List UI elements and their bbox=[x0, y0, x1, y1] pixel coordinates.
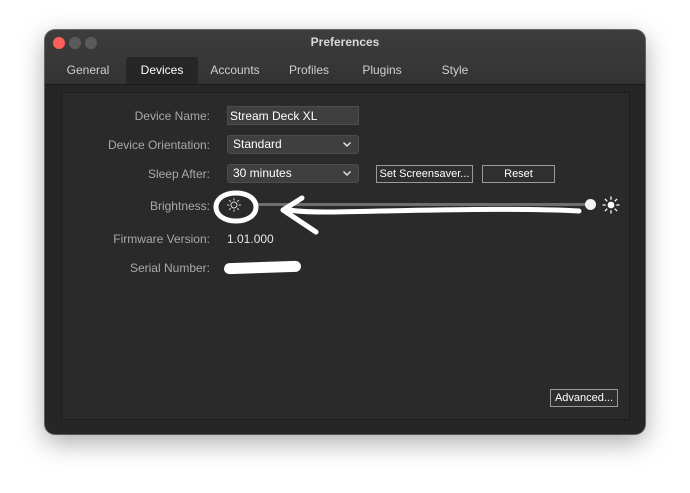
brightness-slider-fill bbox=[256, 203, 590, 206]
device-name-label: Device Name: bbox=[134, 109, 210, 123]
tab-bar: General Devices Accounts Profiles Plugin… bbox=[45, 57, 645, 84]
tab-profiles[interactable]: Profiles bbox=[274, 57, 344, 84]
device-orientation-label: Device Orientation: bbox=[107, 138, 210, 152]
brightness-slider[interactable] bbox=[256, 203, 590, 206]
advanced-button[interactable]: Advanced... bbox=[550, 389, 618, 407]
sleep-after-label: Sleep After: bbox=[147, 167, 210, 181]
sleep-after-value: 30 minutes bbox=[233, 166, 292, 180]
firmware-version-value: 1.01.000 bbox=[227, 232, 274, 246]
sun-low-icon bbox=[227, 198, 241, 212]
serial-number-label: Serial Number: bbox=[129, 261, 210, 275]
chevron-down-icon bbox=[343, 171, 351, 176]
chevron-down-icon bbox=[343, 142, 351, 147]
preferences-window: Preferences General Devices Accounts Pro… bbox=[45, 30, 645, 434]
window-title: Preferences bbox=[310, 35, 380, 49]
titlebar: Preferences General Devices Accounts Pro… bbox=[45, 30, 645, 85]
tab-style[interactable]: Style bbox=[420, 57, 490, 84]
tab-general[interactable]: General bbox=[53, 57, 123, 84]
sun-high-icon bbox=[602, 196, 620, 214]
device-orientation-value: Standard bbox=[233, 137, 282, 151]
firmware-version-label: Firmware Version: bbox=[113, 232, 210, 246]
device-name-field[interactable]: Stream Deck XL bbox=[227, 106, 359, 125]
tab-devices[interactable]: Devices bbox=[126, 57, 198, 84]
tab-accounts[interactable]: Accounts bbox=[199, 57, 271, 84]
device-orientation-select[interactable]: Standard bbox=[227, 135, 359, 154]
reset-button[interactable]: Reset bbox=[482, 165, 555, 183]
tab-plugins[interactable]: Plugins bbox=[347, 57, 417, 84]
brightness-label: Brightness: bbox=[149, 199, 210, 213]
set-screensaver-button[interactable]: Set Screensaver... bbox=[376, 165, 473, 183]
brightness-slider-knob[interactable] bbox=[585, 199, 596, 210]
sleep-after-select[interactable]: 30 minutes bbox=[227, 164, 359, 183]
